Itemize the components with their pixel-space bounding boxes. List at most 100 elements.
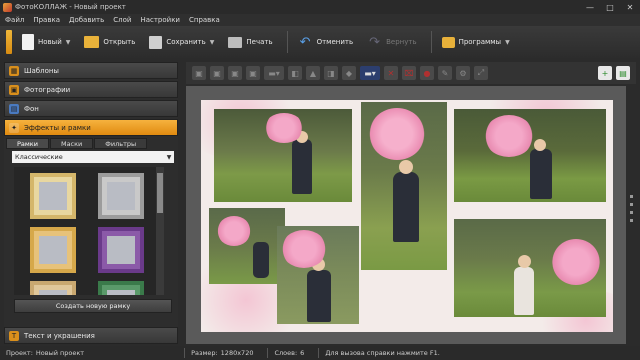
toolbar-divider (286, 31, 288, 53)
effects-tabs: Рамки Маски Фильтры (6, 138, 178, 149)
tab-frames[interactable]: Рамки (6, 138, 49, 149)
align-left-icon[interactable]: ◧ (288, 66, 302, 80)
scrollbar-thumb[interactable] (157, 173, 163, 213)
send-backward-icon[interactable]: ▣ (210, 66, 224, 80)
printer-icon (228, 36, 243, 48)
section-background[interactable]: ▤ Фон (4, 100, 178, 117)
frame-gallery (14, 167, 164, 295)
section-photos[interactable]: ▣ Фотографии (4, 81, 178, 98)
chevron-down-icon: ▼ (166, 153, 172, 161)
photo-bottom-right[interactable] (454, 219, 606, 317)
frame-thumbnail[interactable] (98, 227, 144, 273)
app-icon (3, 2, 12, 12)
align-center-icon[interactable]: ▲ (306, 66, 320, 80)
menu-help[interactable]: Справка (189, 16, 220, 24)
section-background-label: Фон (24, 104, 39, 113)
open-button[interactable]: Открыть (84, 36, 135, 48)
photo-middle-center[interactable] (277, 226, 359, 324)
panel-resize-handle[interactable] (630, 195, 633, 227)
photo-top-right[interactable] (454, 109, 606, 202)
effect-icon[interactable]: ● (420, 66, 434, 80)
chevron-down-icon[interactable]: ▼ (66, 39, 71, 46)
status-size-value: 1280x720 (220, 349, 254, 357)
add-page-icon[interactable]: + (598, 66, 612, 80)
bring-forward-icon[interactable]: ▣ (192, 66, 206, 80)
new-label: Новый (38, 38, 62, 46)
edit-icon[interactable]: ✎ (438, 66, 452, 80)
templates-icon: ▦ (9, 65, 19, 76)
undo-button[interactable]: ↶ Отменить (298, 34, 354, 51)
editor-toolbar: ▣ ▣ ▣ ▣ ▬▾ ◧ ▲ ◨ ◆ ▬▾ ✕ ⌧ ● ✎ ⚙ ⤢ + ▤ (186, 62, 636, 84)
minimize-button[interactable]: — (580, 0, 600, 14)
programs-button[interactable]: Программы ▼ (441, 36, 510, 48)
folder-icon (84, 36, 100, 48)
expand-icon[interactable]: ⤢ (474, 66, 488, 80)
menu-layer[interactable]: Слой (113, 16, 131, 24)
frame-thumbnail[interactable] (30, 227, 76, 273)
bring-to-front-icon[interactable]: ▣ (228, 66, 242, 80)
save-label: Сохранить (166, 38, 206, 46)
undo-arrow-icon: ↶ (299, 34, 311, 50)
print-button[interactable]: Печать (228, 36, 273, 48)
photos-icon: ▣ (9, 84, 19, 95)
menu-bar: Файл Правка Добавить Слой Настройки Спра… (0, 14, 640, 26)
frame-thumbnail[interactable] (98, 281, 144, 295)
frame-gallery-scrollbar[interactable] (156, 167, 164, 295)
settings-gear-icon[interactable]: ⚙ (456, 66, 470, 80)
menu-settings[interactable]: Настройки (140, 16, 180, 24)
window-title: ФотоКОЛЛАЖ - Новый проект (15, 3, 126, 11)
status-project-label: Проект: (6, 349, 33, 357)
frame-thumbnail[interactable] (30, 281, 76, 295)
delete-icon[interactable]: ✕ (384, 66, 398, 80)
menu-file[interactable]: Файл (5, 16, 24, 24)
section-effects-frames[interactable]: ✦ Эффекты и рамки (4, 119, 178, 136)
frame-thumbnail[interactable] (98, 173, 144, 219)
photo-middle-left[interactable] (209, 208, 285, 284)
gift-icon (441, 36, 455, 48)
section-effects-label: Эффекты и рамки (24, 123, 91, 132)
left-panel: ▦ Шаблоны ▣ Фотографии ▤ Фон ✦ Эффекты и… (4, 62, 178, 344)
effects-icon: ✦ (9, 122, 19, 133)
redo-button[interactable]: ↷ Вернуть (367, 34, 416, 51)
chevron-down-icon[interactable]: ▼ (505, 39, 510, 46)
programs-label: Программы (458, 38, 502, 46)
undo-label: Отменить (316, 38, 354, 46)
status-project-value: Новый проект (35, 349, 85, 357)
chevron-down-icon[interactable]: ▼ (210, 39, 215, 46)
maximize-button[interactable]: □ (600, 0, 620, 14)
send-to-back-icon[interactable]: ▣ (246, 66, 260, 80)
page-settings-icon[interactable]: ▤ (616, 66, 630, 80)
redo-arrow-icon: ↷ (369, 34, 381, 50)
frame-category-select[interactable]: Классические ▼ (12, 151, 174, 163)
flip-icon[interactable]: ◆ (342, 66, 356, 80)
status-divider (184, 348, 186, 358)
new-button[interactable]: Новый ▼ (22, 34, 70, 50)
photo-top-left[interactable] (214, 109, 352, 202)
status-divider (318, 348, 320, 358)
tab-filters[interactable]: Фильтры (94, 138, 148, 149)
text-icon: T (9, 330, 19, 341)
status-layers-label: Слоев: (274, 349, 298, 357)
main-toolbar: Новый ▼ Открыть Сохранить ▼ Печать ↶ Отм… (0, 26, 640, 58)
create-frame-button[interactable]: Создать новую рамку (14, 299, 172, 313)
menu-add[interactable]: Добавить (69, 16, 104, 24)
title-bar: ФотоКОЛЛАЖ - Новый проект — □ ✕ (0, 0, 640, 14)
save-button[interactable]: Сохранить ▼ (149, 35, 215, 49)
frame-thumbnail[interactable] (30, 173, 76, 219)
save-icon (149, 35, 163, 49)
align-right-icon[interactable]: ◨ (324, 66, 338, 80)
collage-canvas[interactable] (201, 100, 613, 332)
crop-icon[interactable]: ⌧ (402, 66, 416, 80)
status-layers-value: 6 (300, 349, 305, 357)
align-menu-icon[interactable]: ▬▾ (264, 66, 284, 80)
status-divider (267, 348, 269, 358)
section-text-label: Текст и украшения (24, 331, 95, 340)
menu-edit[interactable]: Правка (33, 16, 60, 24)
close-button[interactable]: ✕ (620, 0, 640, 14)
layer-style-icon[interactable]: ▬▾ (360, 66, 380, 80)
photo-top-center[interactable] (361, 102, 447, 270)
section-photos-label: Фотографии (24, 85, 71, 94)
section-text-decorations[interactable]: T Текст и украшения (4, 327, 178, 344)
section-templates[interactable]: ▦ Шаблоны (4, 62, 178, 79)
tab-masks[interactable]: Маски (49, 138, 94, 149)
